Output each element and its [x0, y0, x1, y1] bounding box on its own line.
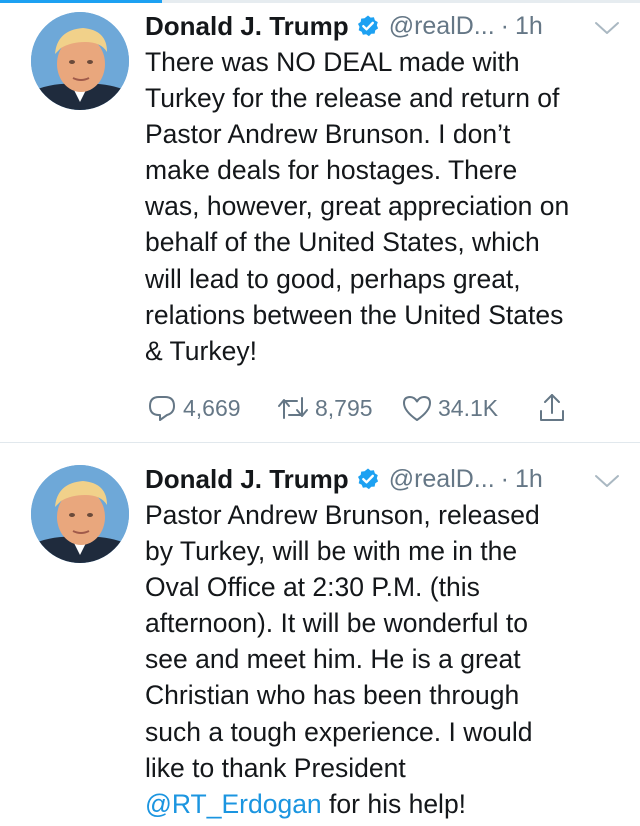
retweet-button[interactable]: 8,795: [276, 388, 373, 428]
tweet-text-line: like to thank President: [145, 752, 406, 783]
tweet-text-line: relations between the United States: [145, 299, 564, 330]
avatar-image: [31, 465, 129, 563]
tweet[interactable]: Donald J. Trump @realD... · 1h Pastor An…: [0, 443, 640, 826]
share-button[interactable]: [536, 388, 568, 428]
tweet-text-line: & Turkey!: [145, 335, 257, 366]
tweet-header: Donald J. Trump @realD... · 1h: [145, 461, 620, 497]
chevron-down-icon[interactable]: [594, 16, 620, 36]
author-name[interactable]: Donald J. Trump: [145, 464, 349, 495]
tweet-text-line: Oval Office at 2:30 P.M. (this: [145, 572, 480, 603]
author-handle[interactable]: @realD...: [389, 465, 495, 494]
tweet-text-line: Turkey for the release and return of: [145, 83, 560, 114]
retweet-count: 8,795: [315, 394, 373, 421]
mention-link[interactable]: @RT_Erdogan: [145, 789, 322, 819]
tweet-text-fragment: for his help!: [321, 788, 467, 819]
like-count: 34.1K: [438, 394, 499, 421]
reply-button[interactable]: 4,669: [146, 388, 241, 428]
reply-icon: [149, 396, 175, 421]
like-button[interactable]: 34.1K: [401, 388, 498, 428]
avatar-image: [31, 12, 129, 110]
tweet[interactable]: Donald J. Trump @realD... · 1h There was…: [0, 0, 640, 442]
tweet-text-line: Pastor Andrew Brunson, released: [145, 500, 540, 530]
avatar[interactable]: [31, 12, 129, 110]
tweet-text-line: by Turkey, will be with me in the: [145, 536, 518, 567]
verified-badge-icon: [356, 14, 380, 38]
tweet-text-line: see and meet him. He is a great: [145, 644, 521, 675]
author-handle[interactable]: @realD...: [389, 12, 495, 41]
tweet-header: Donald J. Trump @realD... · 1h: [145, 8, 620, 44]
verified-badge-icon: [356, 467, 380, 491]
avatar[interactable]: [31, 465, 129, 563]
tweet-text-line: was, however, great appreciation on: [145, 191, 570, 222]
tweet-text-line: behalf of the United States, which: [145, 227, 540, 258]
tweet-text-line: Pastor Andrew Brunson. I don’t: [145, 119, 511, 150]
reply-count: 4,669: [183, 394, 241, 421]
separator: ·: [500, 464, 509, 493]
timestamp[interactable]: 1h: [515, 12, 543, 41]
tweet-text-line: will lead to good, perhaps great,: [145, 263, 521, 294]
author-name[interactable]: Donald J. Trump: [145, 11, 349, 42]
tweet-actions: 4,669 8,795 34.1K: [146, 388, 606, 428]
heart-icon: [403, 396, 431, 421]
separator: ·: [500, 11, 509, 40]
tweet-text: There was NO DEAL made with Turkey for t…: [145, 44, 622, 369]
tweet-text-line: make deals for hostages. There: [145, 155, 518, 186]
tweet-text-line: @RT_Erdogan for his help!: [145, 786, 622, 822]
chevron-down-icon[interactable]: [594, 469, 620, 489]
tweet-text-line: afternoon). It will be wonderful to: [145, 608, 528, 639]
share-icon: [540, 394, 564, 421]
tweet-text-line: There was NO DEAL made with: [145, 47, 520, 77]
timestamp[interactable]: 1h: [515, 465, 543, 494]
tweet-text-line: Christian who has been through: [145, 680, 520, 711]
tweet-text: Pastor Andrew Brunson, released by Turke…: [145, 497, 622, 822]
tweet-text-line: such a tough experience. I would: [145, 716, 533, 747]
retweet-icon: [278, 397, 308, 419]
